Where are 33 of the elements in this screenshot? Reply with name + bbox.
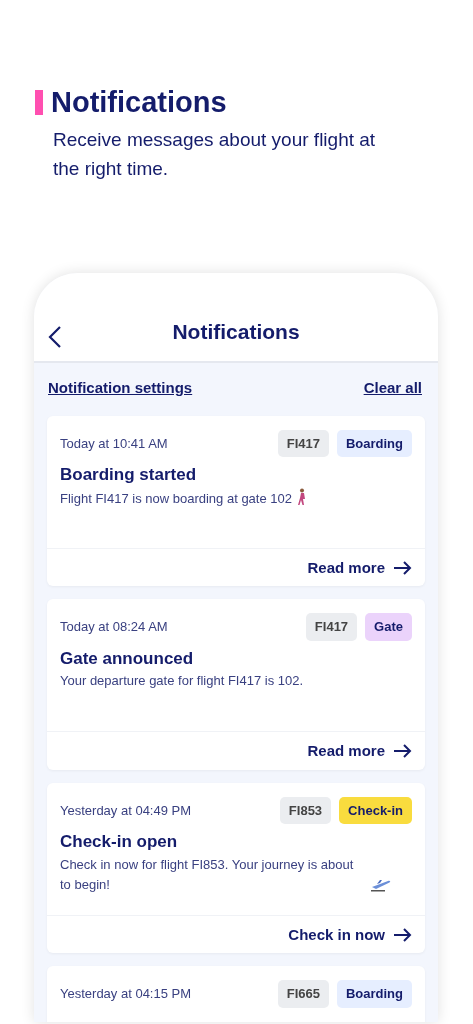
arrow-right-icon — [393, 560, 412, 575]
flight-tag: FI417 — [277, 429, 329, 457]
timestamp: Yesterday at 04:49 PM — [60, 801, 192, 820]
flight-tag: FI665 — [277, 980, 329, 1008]
status-tag: Check-in — [339, 796, 412, 824]
accent-bar — [35, 90, 43, 115]
notification-title: Check-in open — [60, 831, 179, 853]
status-tag: Boarding — [336, 429, 412, 457]
screen-title: Notifications — [172, 318, 300, 345]
flight-tag: FI417 — [305, 613, 358, 641]
clear-all-link[interactable]: Clear all — [363, 377, 422, 400]
timestamp: Today at 10:41 AM — [60, 434, 168, 453]
page-subtitle: Receive messages about your flight at the right time. — [53, 128, 377, 181]
airplane-icon — [370, 877, 392, 892]
status-tag: Gate — [365, 613, 412, 641]
arrow-right-icon — [393, 927, 412, 942]
notification-message: Flight FI417 is now boarding at gate 102 — [60, 489, 292, 508]
notification-title: Boarding started — [60, 464, 198, 486]
action-button[interactable]: Read more — [307, 556, 412, 579]
timestamp: Today at 08:24 AM — [60, 618, 168, 636]
action-button[interactable]: Check in now — [288, 923, 412, 946]
notification-title: Gate announced — [60, 647, 195, 670]
timestamp: Yesterday at 04:15 PM — [60, 985, 192, 1003]
status-tag: Boarding — [336, 980, 412, 1008]
back-icon[interactable] — [48, 325, 62, 349]
notification-message: Your departure gate for flight FI417 is 102. — [60, 672, 304, 690]
notification-message: Check in now for flight FI853. Your journey is about to begin! — [60, 855, 355, 894]
action-button[interactable]: Read more — [307, 740, 412, 763]
arrow-right-icon — [393, 744, 412, 759]
flight-tag: FI853 — [279, 796, 332, 824]
page-heading: Notifications — [51, 88, 227, 117]
settings-link[interactable]: Notification settings — [48, 377, 193, 400]
walking-person-icon — [296, 487, 308, 506]
